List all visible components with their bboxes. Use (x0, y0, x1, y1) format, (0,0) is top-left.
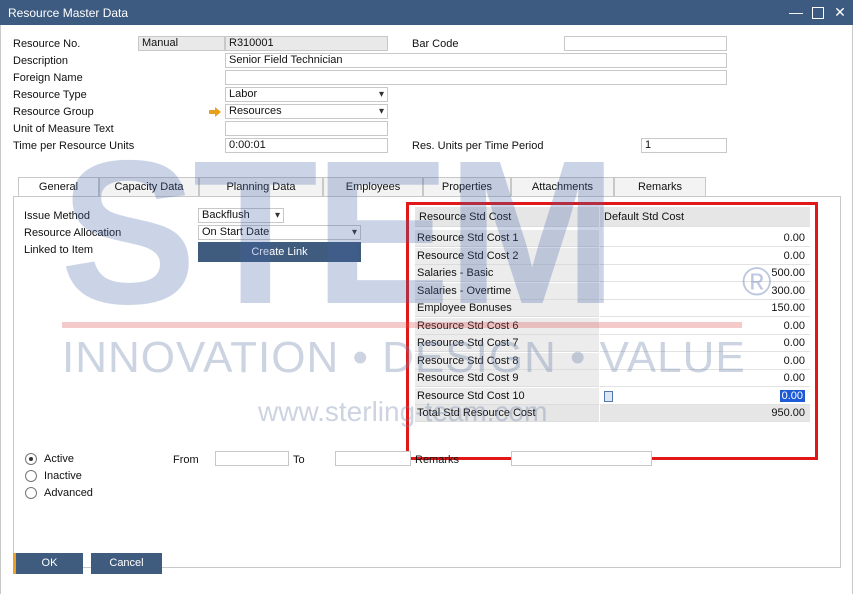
issue-method-select[interactable]: Backflush (198, 208, 284, 223)
advanced-label: Advanced (44, 487, 93, 499)
resource-group-label: Resource Group (13, 106, 94, 118)
tab-capacity-data[interactable]: Capacity Data (99, 177, 199, 197)
ok-button[interactable]: OK (13, 553, 83, 574)
link-arrow-icon[interactable] (209, 107, 221, 117)
uom-text-field[interactable] (225, 121, 388, 136)
to-date-field[interactable] (335, 451, 411, 466)
resource-type-select[interactable]: Labor (225, 87, 388, 102)
description-field[interactable]: Senior Field Technician (225, 53, 727, 68)
window-title: Resource Master Data (8, 6, 129, 20)
from-label: From (173, 454, 199, 466)
time-per-units-label: Time per Resource Units (13, 140, 135, 152)
allocation-label: Resource Allocation (24, 227, 122, 239)
resource-no-field[interactable]: R310001 (225, 36, 388, 51)
issue-method-label: Issue Method (24, 210, 91, 222)
remarks-label: Remarks (415, 454, 460, 466)
res-units-field[interactable]: 1 (641, 138, 727, 153)
highlight-frame (406, 202, 818, 460)
inactive-label: Inactive (44, 470, 82, 482)
inactive-radio[interactable] (25, 470, 37, 482)
tab-properties[interactable]: Properties (423, 177, 511, 197)
tab-general[interactable]: General (18, 177, 99, 198)
series-select[interactable]: Manual (138, 36, 225, 51)
allocation-select[interactable]: On Start Date (198, 225, 361, 240)
to-label: To (293, 454, 305, 466)
tab-employees[interactable]: Employees (323, 177, 423, 197)
from-date-field[interactable] (215, 451, 289, 466)
maximize-icon[interactable] (808, 2, 828, 22)
linked-to-item-label: Linked to Item (24, 244, 94, 256)
cancel-button[interactable]: Cancel (91, 553, 162, 574)
tab-planning-data[interactable]: Planning Data (199, 177, 323, 197)
foreign-name-field[interactable] (225, 70, 727, 85)
active-radio[interactable] (25, 453, 37, 465)
resource-type-label: Resource Type (13, 89, 87, 101)
time-per-units-field[interactable]: 0:00:01 (225, 138, 388, 153)
advanced-radio[interactable] (25, 487, 37, 499)
bar-code-field[interactable] (564, 36, 727, 51)
resource-group-select[interactable]: Resources (225, 104, 388, 119)
foreign-name-label: Foreign Name (13, 72, 83, 84)
tab-attachments[interactable]: Attachments (511, 177, 614, 197)
create-link-button[interactable]: Create Link (198, 242, 361, 262)
minimize-icon[interactable]: — (786, 2, 806, 22)
bar-code-label: Bar Code (412, 38, 459, 50)
res-units-label: Res. Units per Time Period (412, 140, 544, 152)
close-icon[interactable]: ✕ (830, 2, 850, 22)
description-label: Description (13, 55, 69, 67)
active-label: Active (44, 453, 74, 465)
resource-master-form: Resource No. Manual R310001 Description … (0, 25, 853, 594)
title-bar: Resource Master Data — ✕ (0, 0, 853, 25)
tab-remarks[interactable]: Remarks (614, 177, 706, 197)
remarks-field[interactable] (511, 451, 652, 466)
uom-text-label: Unit of Measure Text (13, 123, 114, 135)
resource-no-label: Resource No. (13, 38, 81, 50)
